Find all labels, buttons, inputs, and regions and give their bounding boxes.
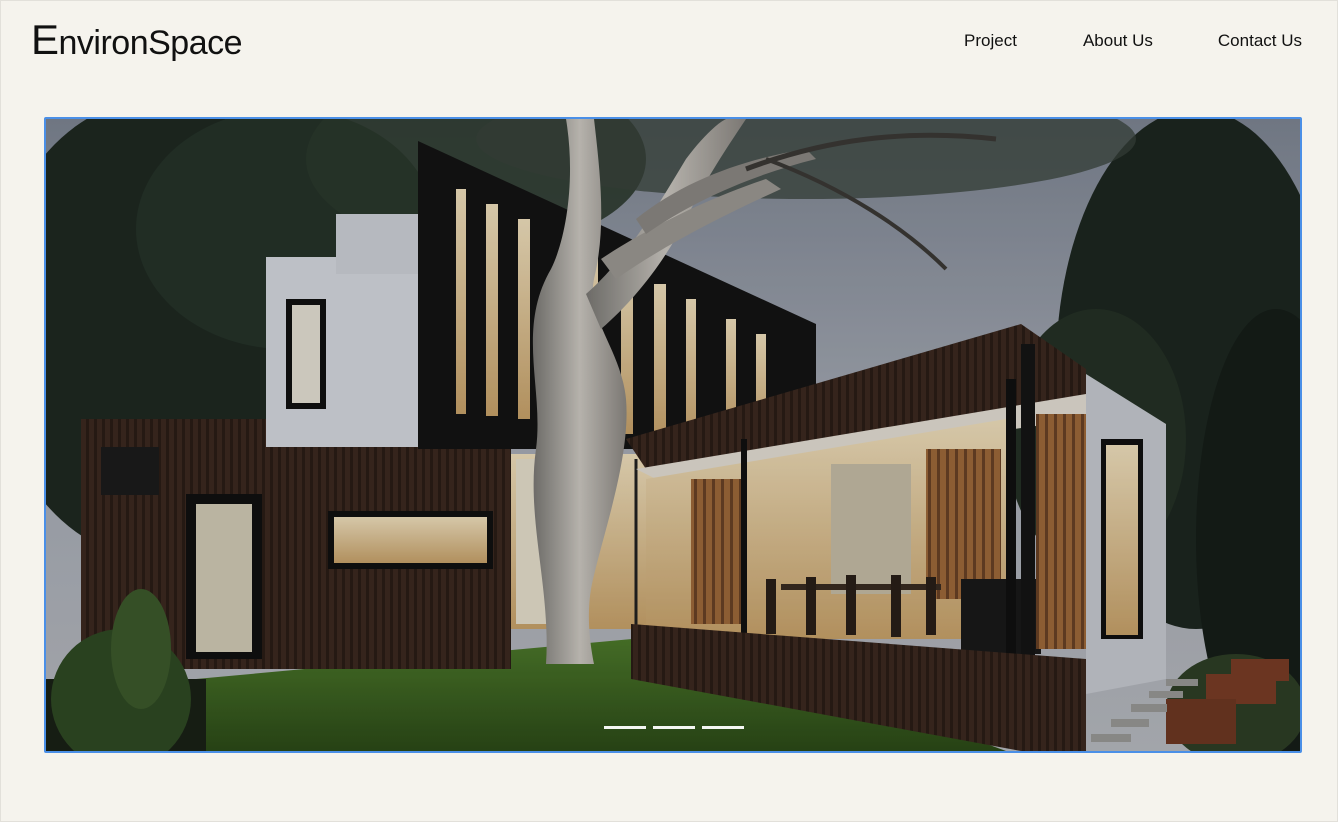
slide-indicator-2[interactable] bbox=[653, 726, 695, 729]
hero-slider[interactable] bbox=[44, 117, 1302, 753]
nav-link-contact-us[interactable]: Contact Us bbox=[1218, 30, 1302, 52]
logo-text: nvironSpace bbox=[58, 24, 243, 62]
slider-indicators bbox=[604, 726, 744, 729]
slide-indicator-3[interactable] bbox=[702, 726, 744, 729]
logo-initial: E bbox=[31, 16, 59, 63]
nav-link-project[interactable]: Project bbox=[964, 30, 1017, 52]
slide-indicator-1[interactable] bbox=[604, 726, 646, 729]
site-logo[interactable]: EnvironSpace bbox=[31, 15, 243, 68]
site-header: EnvironSpace Project About Us Contact Us bbox=[1, 1, 1338, 91]
hero-image bbox=[46, 119, 1300, 751]
main-nav: Project About Us Contact Us bbox=[964, 30, 1302, 52]
nav-link-about-us[interactable]: About Us bbox=[1083, 30, 1153, 52]
